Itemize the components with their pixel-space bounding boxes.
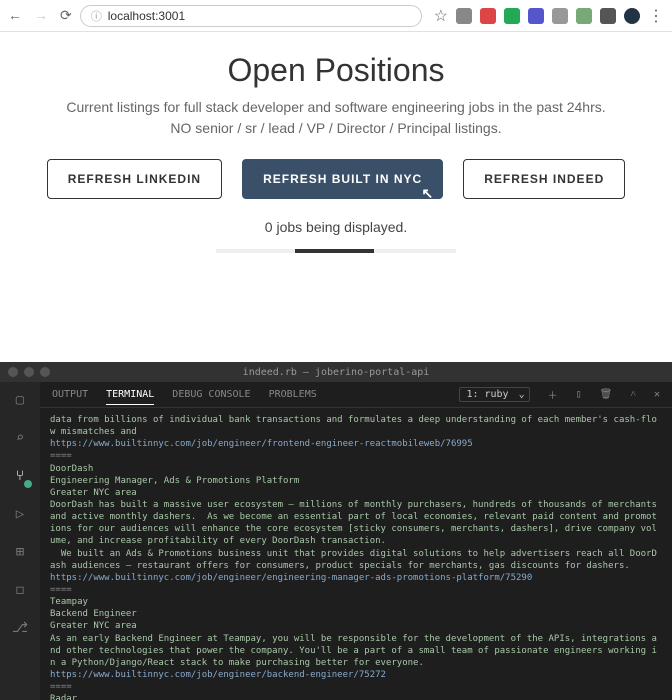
explorer-icon[interactable]: ▢ bbox=[10, 390, 30, 410]
terminal-select[interactable]: 1: ruby bbox=[459, 387, 529, 402]
close-traffic-icon[interactable] bbox=[8, 367, 18, 377]
terminal-output[interactable]: data from billions of individual bank tr… bbox=[40, 408, 672, 700]
git-icon[interactable]: ⎇ bbox=[10, 618, 30, 638]
terminal-window: indeed.rb — joberino-portal-api ▢ ⌕ ⑂ ▷ … bbox=[0, 362, 672, 700]
page-content: Open Positions Current listings for full… bbox=[0, 32, 672, 273]
menu-icon[interactable]: ⋮ bbox=[648, 6, 664, 26]
debug-icon[interactable]: ▷ bbox=[10, 504, 30, 524]
bookmark-icon[interactable]: ◻ bbox=[10, 580, 30, 600]
window-title: indeed.rb — joberino-portal-api bbox=[243, 367, 430, 378]
refresh-indeed-button[interactable]: REFRESH INDEED bbox=[463, 159, 625, 199]
ext-icon[interactable] bbox=[528, 8, 544, 24]
tab-output[interactable]: OUTPUT bbox=[52, 389, 88, 400]
url-bar[interactable]: ⓘ localhost:3001 bbox=[80, 5, 422, 27]
ext-icon[interactable] bbox=[456, 8, 472, 24]
extension-icons: ⋮ bbox=[456, 6, 664, 26]
back-icon[interactable]: ← bbox=[8, 7, 22, 24]
page-title: Open Positions bbox=[40, 52, 632, 89]
progress-bar bbox=[295, 249, 374, 253]
refresh-linkedin-button[interactable]: REFRESH LINKEDIN bbox=[47, 159, 222, 199]
ext-icon[interactable] bbox=[600, 8, 616, 24]
refresh-builtin-button[interactable]: REFRESH BUILT IN NYC ↖ bbox=[242, 159, 443, 199]
new-terminal-icon[interactable]: ＋ bbox=[548, 387, 558, 402]
status-text: 0 jobs being displayed. bbox=[40, 219, 632, 235]
avatar-icon[interactable] bbox=[624, 8, 640, 24]
search-icon[interactable]: ⌕ bbox=[10, 428, 30, 448]
activity-bar: ▢ ⌕ ⑂ ▷ ⊞ ◻ ⎇ bbox=[0, 382, 40, 700]
tab-terminal[interactable]: TERMINAL bbox=[106, 389, 154, 405]
bookmark-icon[interactable]: ☆ bbox=[434, 6, 448, 26]
maximize-panel-icon[interactable]: ˄ bbox=[630, 389, 636, 400]
subtitle: Current listings for full stack develope… bbox=[40, 97, 632, 139]
button-row: REFRESH LINKEDIN REFRESH BUILT IN NYC ↖ … bbox=[40, 159, 632, 199]
ext-icon[interactable] bbox=[552, 8, 568, 24]
cursor-icon: ↖ bbox=[421, 185, 434, 202]
reload-icon[interactable]: ⟳ bbox=[60, 7, 72, 24]
tab-problems[interactable]: PROBLEMS bbox=[269, 389, 317, 400]
kill-terminal-icon[interactable]: 🗑 bbox=[600, 389, 613, 400]
split-terminal-icon[interactable]: ▯ bbox=[576, 389, 582, 400]
ext-icon[interactable] bbox=[576, 8, 592, 24]
extensions-icon[interactable]: ⊞ bbox=[10, 542, 30, 562]
minimize-traffic-icon[interactable] bbox=[24, 367, 34, 377]
browser-toolbar: ← → ⟳ ⓘ localhost:3001 ☆ ⋮ bbox=[0, 0, 672, 32]
source-control-icon[interactable]: ⑂ bbox=[10, 466, 30, 486]
zoom-traffic-icon[interactable] bbox=[40, 367, 50, 377]
window-titlebar: indeed.rb — joberino-portal-api bbox=[0, 362, 672, 382]
close-panel-icon[interactable]: ✕ bbox=[654, 389, 660, 400]
panel-tabs: OUTPUT TERMINAL DEBUG CONSOLE PROBLEMS 1… bbox=[40, 382, 672, 408]
ext-icon[interactable] bbox=[480, 8, 496, 24]
ext-icon[interactable] bbox=[504, 8, 520, 24]
tab-debug[interactable]: DEBUG CONSOLE bbox=[172, 389, 250, 400]
progress-track bbox=[216, 249, 456, 253]
info-icon: ⓘ bbox=[91, 8, 102, 24]
url-text: localhost:3001 bbox=[108, 9, 185, 23]
forward-icon[interactable]: → bbox=[34, 7, 48, 24]
